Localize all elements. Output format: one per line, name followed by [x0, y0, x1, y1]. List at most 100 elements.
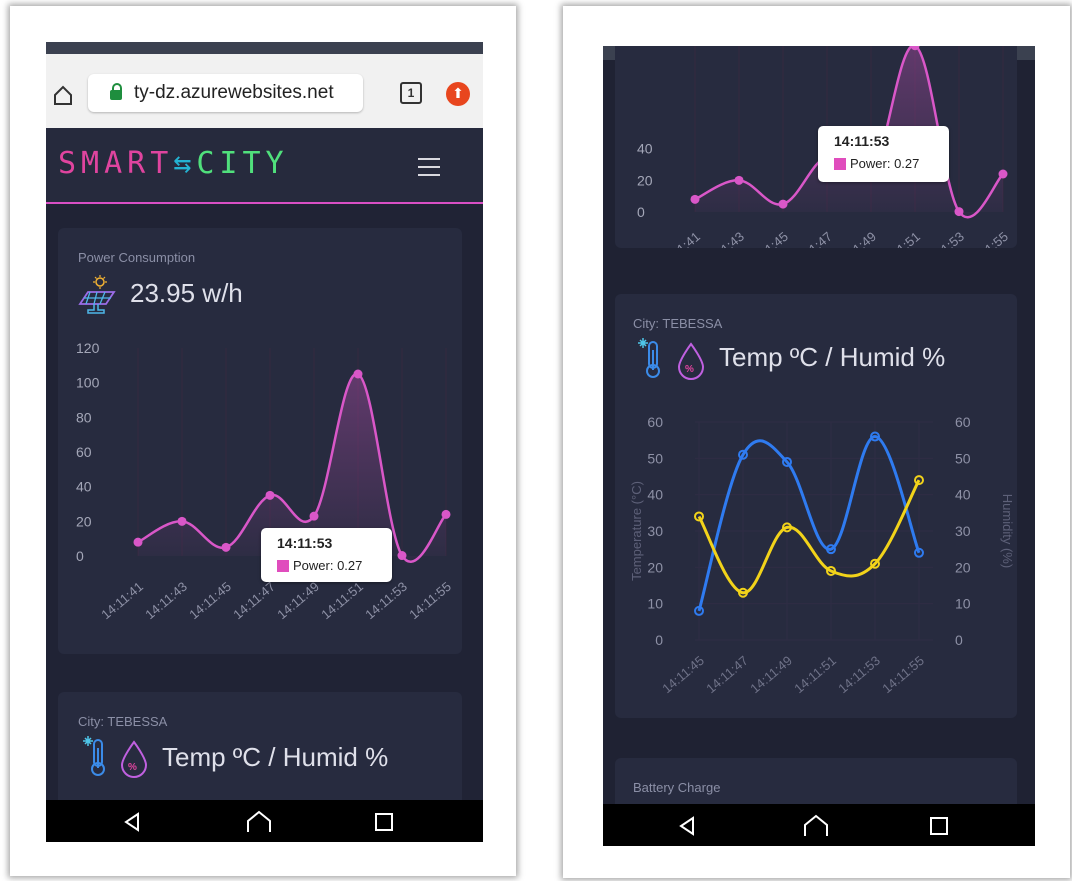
right-screenshot-frame: 0204014:11:4114:11:4314:11:4514:11:4714:… — [563, 6, 1070, 878]
chart-tooltip: 14:11:53 Power: 0.27 — [261, 528, 392, 582]
smart-city-logo[interactable]: SMART⇆CITY — [58, 146, 289, 181]
lock-icon — [110, 83, 122, 100]
x-tick-label: 14:11:49 — [831, 229, 879, 248]
x-tick-label: 14:11:51 — [791, 653, 839, 696]
x-tick-label: 14:11:47 — [787, 229, 835, 248]
power-chart: 02040608010012014:11:4114:11:4314:11:451… — [76, 340, 454, 622]
y-tick-label-left: 0 — [655, 632, 663, 648]
recents-icon[interactable] — [929, 816, 949, 836]
y-tick-label: 0 — [76, 548, 84, 564]
power-point — [309, 511, 319, 521]
y-tick-label: 0 — [637, 204, 645, 220]
status-bar — [46, 42, 483, 54]
back-icon[interactable] — [122, 812, 142, 832]
x-tick-label: 14:11:55 — [963, 229, 1011, 248]
card-subtitle: City: TEBESSA — [633, 316, 723, 331]
y-tick-label-left: 50 — [647, 450, 663, 466]
y-tick-label-left: 20 — [647, 559, 663, 575]
y-tick-label-left: 40 — [647, 487, 663, 503]
power-point — [177, 516, 187, 526]
url-text: ty-dz.azurewebsites.net — [134, 82, 334, 103]
temp-card-title: Temp ºC / Humid % — [162, 742, 389, 772]
power-point — [353, 369, 363, 379]
x-tick-label: 14:11:55 — [406, 579, 454, 622]
y-tick-label-right: 60 — [955, 414, 971, 430]
legend-swatch — [834, 158, 846, 170]
y-tick-label-right: 30 — [955, 523, 971, 539]
right-phone-screen: 0204014:11:4114:11:4314:11:4514:11:4714:… — [603, 46, 1035, 846]
power-chart-scrolled: 0204014:11:4114:11:4314:11:4514:11:4714:… — [637, 46, 1011, 248]
x-tick-label: 14:11:51 — [875, 229, 923, 248]
android-nav-bar — [603, 804, 1035, 846]
x-tick-label: 14:11:49 — [747, 653, 795, 696]
temp-humid-card: City: TEBESSA % Temp ºC / Humid % 0 0 10 10… — [615, 294, 1017, 718]
humidity-drop-icon: % — [677, 342, 705, 380]
tabs-count-icon[interactable]: 1 — [400, 82, 422, 104]
legend-swatch — [277, 560, 289, 572]
chart-tooltip: 14:11:53 Power: 0.27 — [818, 126, 949, 182]
power-point — [221, 542, 231, 552]
left-screenshot-frame: ty-dz.azurewebsites.net 1 ⬆ SMART⇆CITY P… — [10, 6, 516, 876]
thermometer-icon — [638, 338, 660, 378]
x-tick-label: 14:11:43 — [699, 229, 747, 248]
back-icon[interactable] — [677, 816, 697, 836]
power-chart-card: 0204014:11:4114:11:4314:11:4514:11:4714:… — [615, 46, 1017, 248]
power-value: 23.95 w/h — [130, 278, 243, 308]
power-point — [690, 194, 700, 204]
y-tick-label-right: 50 — [955, 450, 971, 466]
home-nav-icon[interactable] — [246, 810, 272, 834]
solar-panel-icon — [78, 275, 116, 314]
power-point — [778, 199, 788, 209]
menu-icon[interactable] — [418, 158, 440, 182]
temp-humid-chart: 0 0 10 10 20 20 30 30 40 40 50 50 60 60 Temperature (°… — [629, 414, 1015, 696]
power-point — [265, 490, 275, 500]
left-phone-screen: ty-dz.azurewebsites.net 1 ⬆ SMART⇆CITY P… — [46, 42, 483, 842]
power-point — [441, 509, 451, 519]
x-tick-label: 14:11:47 — [230, 579, 278, 622]
home-nav-icon[interactable] — [803, 814, 829, 838]
x-tick-label: 14:11:53 — [919, 229, 967, 248]
power-point — [734, 175, 744, 185]
recents-icon[interactable] — [374, 812, 394, 832]
x-tick-label: 14:11:55 — [879, 653, 927, 696]
power-point — [954, 207, 964, 217]
card-subtitle: City: TEBESSA — [78, 714, 168, 729]
svg-text:%: % — [128, 762, 137, 773]
y-axis-title-right: Humidity (%) — [1000, 494, 1015, 568]
card-subtitle: Battery Charge — [633, 780, 721, 795]
y-tick-label-left: 60 — [647, 414, 663, 430]
y-tick-label: 40 — [76, 479, 92, 495]
x-tick-label: 14:11:51 — [318, 579, 366, 622]
y-tick-label: 20 — [637, 172, 653, 188]
power-consumption-card: Power Consumption 23.95 w/h 0 20 40 60 80 100… — [58, 228, 462, 654]
y-tick-label-right: 10 — [955, 596, 971, 612]
x-tick-label: 14:11:53 — [835, 653, 883, 696]
x-tick-label: 14:11:49 — [274, 579, 322, 622]
browser-toolbar: ty-dz.azurewebsites.net 1 ⬆ — [46, 54, 483, 128]
x-tick-label: 14:11:53 — [362, 579, 410, 622]
x-tick-label: 14:11:43 — [142, 579, 190, 622]
x-tick-label: 14:11:45 — [186, 579, 234, 622]
y-tick-label: 80 — [76, 409, 92, 425]
y-tick-label-left: 30 — [647, 523, 663, 539]
humidity-drop-icon: % — [120, 740, 148, 778]
temp-card-title: Temp ºC / Humid % — [719, 342, 946, 372]
home-icon[interactable] — [52, 84, 74, 106]
app-navbar: SMART⇆CITY — [46, 128, 483, 204]
android-nav-bar — [46, 800, 483, 842]
update-icon[interactable]: ⬆ — [446, 82, 470, 106]
x-tick-label: 14:11:45 — [659, 653, 707, 696]
url-bar[interactable]: ty-dz.azurewebsites.net — [88, 74, 363, 112]
svg-text:%: % — [685, 364, 694, 375]
x-tick-label: 14:11:45 — [743, 229, 791, 248]
y-tick-label: 120 — [76, 340, 100, 356]
humidity-line — [697, 479, 921, 595]
x-tick-label: 14:11:41 — [655, 229, 703, 248]
x-tick-label: 14:11:41 — [98, 579, 146, 622]
y-tick-label-right: 0 — [955, 632, 963, 648]
x-tick-label: 14:11:47 — [703, 653, 751, 696]
y-tick-label: 40 — [637, 141, 653, 157]
power-point — [133, 537, 143, 547]
y-tick-label: 20 — [76, 513, 92, 529]
y-tick-label-right: 40 — [955, 487, 971, 503]
